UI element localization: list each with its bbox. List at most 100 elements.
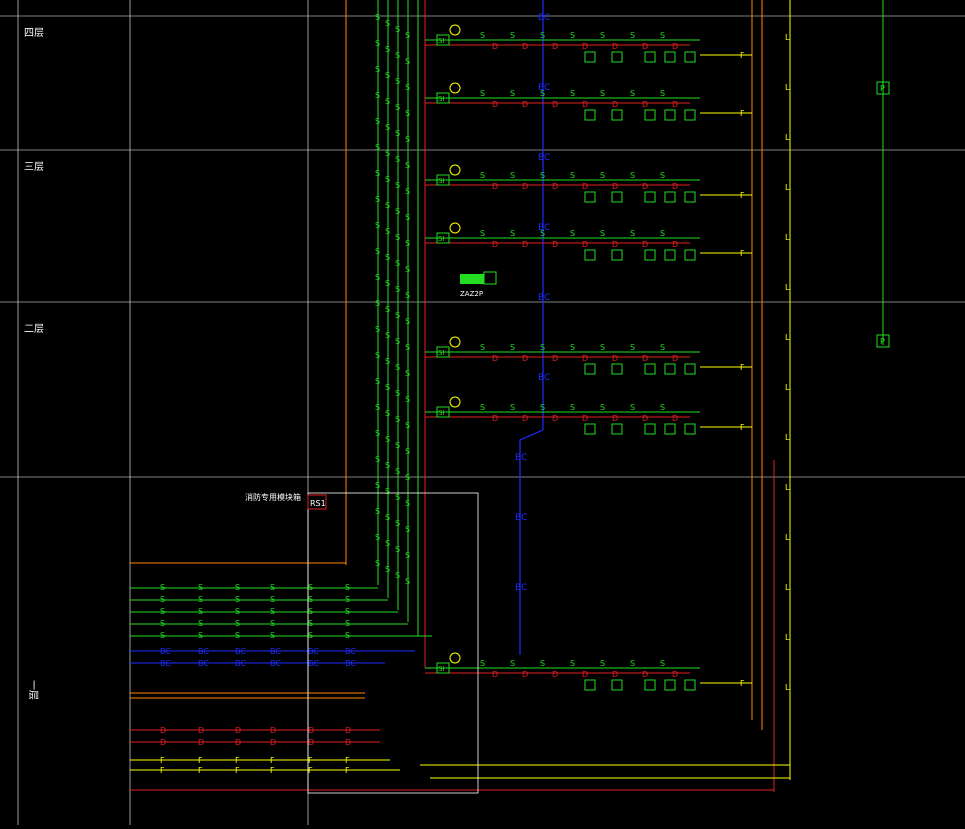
riser-s-label: S	[395, 259, 400, 268]
branch-s-label: S	[660, 229, 665, 238]
zaz-device: ZAZ2P	[460, 271, 497, 298]
riser-s-label: S	[395, 337, 400, 346]
branch-f-label: F	[740, 249, 745, 258]
riser-s-label: S	[395, 77, 400, 86]
branch-d-label: D	[612, 42, 618, 51]
riser-s-label: S	[395, 467, 400, 476]
riser-s-label: S	[405, 239, 410, 248]
branch-d-label: D	[522, 670, 528, 679]
branch-s-label: S	[540, 659, 545, 668]
bus-label: D	[235, 738, 241, 747]
branch-s-label: S	[480, 403, 485, 412]
detector-box	[684, 109, 696, 121]
bus-label: S	[235, 583, 240, 592]
detector-box	[644, 363, 656, 375]
branch-s-label: S	[660, 31, 665, 40]
riser-s-label: S	[405, 447, 410, 456]
riser-s-label: S	[405, 83, 410, 92]
riser-s-label: S	[375, 325, 380, 334]
bus-labels: S S S S S SS S S S S SS S S S S SS S S S S SS S S S S SBC BC BC BC BC…	[160, 13, 790, 775]
branch-f-label: F	[740, 51, 745, 60]
riser-s-label: S	[395, 103, 400, 112]
riser-s-label: S	[375, 533, 380, 542]
riser-bc-label: BC	[538, 293, 550, 303]
branch-d-label: D	[582, 670, 588, 679]
detector-box	[611, 423, 623, 435]
riser-s-label: S	[395, 311, 400, 320]
bus-label: S	[345, 631, 350, 640]
riser-s-label: S	[375, 143, 380, 152]
detector-box	[664, 109, 676, 121]
si-label: SI	[438, 177, 445, 185]
detector-box	[611, 191, 623, 203]
loop-number-circle	[449, 652, 461, 664]
branch-s-label: S	[510, 89, 515, 98]
riser-s-label: S	[385, 253, 390, 262]
bus-label: S	[345, 583, 350, 592]
riser-l-label: L	[785, 683, 790, 692]
bus-label: F	[308, 766, 313, 775]
floor-branches: SISDSDSDSDSDSDSDFSISDSDSDSDSDSDSDFSISDSD…	[425, 24, 752, 691]
floor-labels: 四层 三层 二层 一层	[24, 27, 44, 700]
bus-label: D	[308, 726, 314, 735]
riser-s-label: S	[395, 493, 400, 502]
detector-box	[584, 191, 596, 203]
branch-s-label: S	[600, 403, 605, 412]
riser-bc-label: BC	[538, 153, 550, 163]
bus-label: S	[345, 595, 350, 604]
riser-l-label: L	[785, 183, 790, 192]
bus-label: D	[198, 738, 204, 747]
detector-box	[611, 363, 623, 375]
bus-label: D	[270, 738, 276, 747]
riser-s-label: S	[405, 525, 410, 534]
cad-diagram: 四层 三层 二层 一层 SSSSSSSSSSSSSSSSSSSSSSSSSSSS…	[0, 0, 965, 825]
riser-s-label: S	[385, 305, 390, 314]
branch-d-label: D	[522, 414, 528, 423]
branch-s-label: S	[510, 171, 515, 180]
loop-number-circle	[449, 336, 461, 348]
bus-label: S	[308, 595, 313, 604]
branch-d-label: D	[492, 182, 498, 191]
detector-box	[664, 249, 676, 261]
riser-s-label: S	[405, 395, 410, 404]
branch-d-label: D	[672, 100, 678, 109]
branch-s-label: S	[660, 659, 665, 668]
bus-label: S	[345, 607, 350, 616]
branch-s-label: S	[570, 171, 575, 180]
detector-box	[584, 423, 596, 435]
riser-s-label: S	[395, 441, 400, 450]
branch-s-label: S	[570, 343, 575, 352]
branch-s-label: S	[510, 659, 515, 668]
riser-l-label: L	[785, 383, 790, 392]
riser-l-label: L	[785, 483, 790, 492]
branch-d-label: D	[522, 100, 528, 109]
branch-d-label: D	[672, 354, 678, 363]
branch-d-label: D	[612, 414, 618, 423]
detector-box	[644, 423, 656, 435]
branch-s-label: S	[480, 659, 485, 668]
detector-box	[584, 109, 596, 121]
riser-s-label: S	[395, 285, 400, 294]
riser-s-label: S	[385, 435, 390, 444]
cabinet-code: RS1	[310, 499, 326, 508]
branch-d-label: D	[552, 240, 558, 249]
branch-s-label: S	[630, 171, 635, 180]
riser-s-label: S	[385, 409, 390, 418]
si-label: SI	[438, 235, 445, 243]
branch-d-label: D	[552, 100, 558, 109]
loop-number-circle	[449, 164, 461, 176]
bus-label: S	[235, 595, 240, 604]
riser-s-label: S	[405, 369, 410, 378]
riser-s-label: S	[385, 123, 390, 132]
si-label: SI	[438, 665, 445, 673]
branch-d-label: D	[672, 670, 678, 679]
branch-s-label: S	[510, 229, 515, 238]
riser-bc-label: BC	[538, 223, 550, 233]
branch-d-label: D	[552, 42, 558, 51]
riser-s-label: S	[405, 421, 410, 430]
branch-f-label: F	[740, 363, 745, 372]
riser-s-label: S	[375, 13, 380, 22]
bus-label: BC	[235, 659, 246, 668]
branch-s-label: S	[600, 171, 605, 180]
zaz-label: ZAZ2P	[460, 290, 483, 298]
